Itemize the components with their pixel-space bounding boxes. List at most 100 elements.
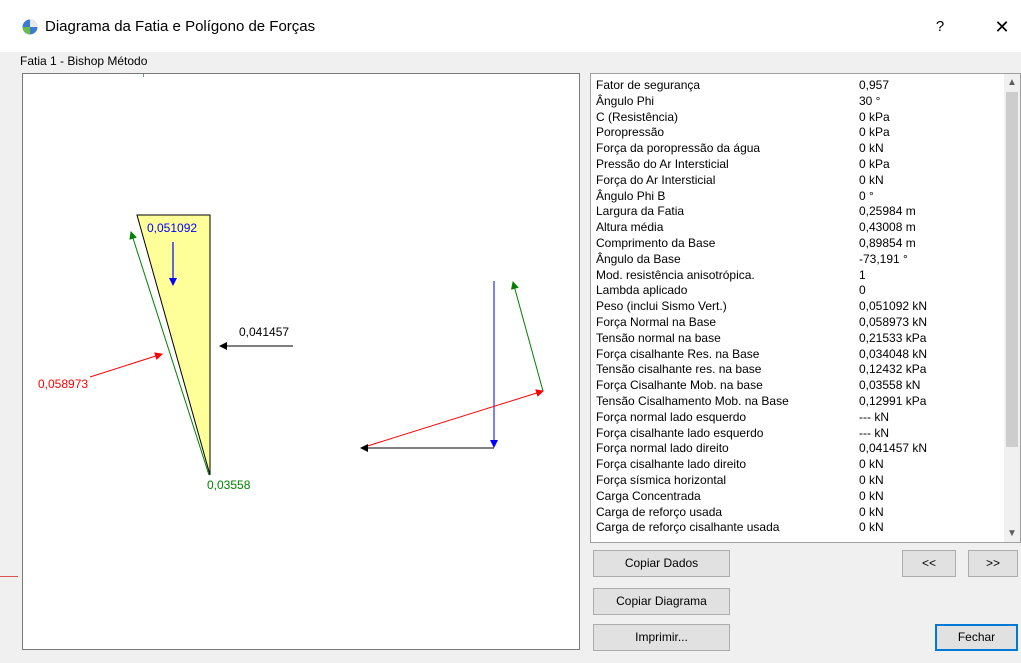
property-row: Tensão normal na base 0,21533 kPa — [596, 331, 996, 347]
property-label: Força Normal na Base — [596, 314, 717, 329]
app-icon — [22, 19, 38, 35]
close-button[interactable]: Fechar — [935, 624, 1018, 651]
property-row: Força Cisalhante Mob. na base 0,03558 kN — [596, 378, 996, 394]
print-button[interactable]: Imprimir... — [593, 624, 730, 651]
property-row: Lambda aplicado 0 — [596, 283, 996, 299]
property-label: Comprimento da Base — [596, 235, 716, 250]
property-row: Peso (inclui Sismo Vert.) 0,051092 kN — [596, 299, 996, 315]
property-value: 0,12432 kPa — [859, 362, 927, 377]
copy-diagram-button[interactable]: Copiar Diagrama — [593, 588, 730, 615]
property-row: Força cisalhante Res. na Base 0,034048 kN — [596, 347, 996, 363]
property-row: Comprimento da Base 0,89854 m — [596, 236, 996, 252]
slice-method-label: Fatia 1 - Bishop Método — [20, 54, 148, 68]
property-label: Força Cisalhante Mob. na base — [596, 378, 763, 393]
property-value: 0 kN — [859, 141, 884, 156]
property-label: Ângulo Phi B — [596, 188, 666, 203]
property-label: Pressão do Ar Intersticial — [596, 156, 729, 171]
dialog-window: Diagrama da Fatia e Polígono de Forças ?… — [0, 0, 1021, 663]
property-row: Tensão Cisalhamento Mob. na Base 0,12991 … — [596, 394, 996, 410]
property-value: 0,43008 m — [859, 220, 916, 235]
property-row: Ângulo da Base -73,191 ° — [596, 252, 996, 268]
property-row: Fator de segurança 0,957 — [596, 78, 996, 94]
property-row: Força Normal na Base 0,058973 kN — [596, 315, 996, 331]
property-value: 0,051092 kN — [859, 299, 928, 314]
property-label: Força cisalhante Res. na Base — [596, 346, 760, 361]
property-row: Carga de reforço usada 0 kN — [596, 505, 996, 521]
property-label: Carga Concentrada — [596, 488, 701, 503]
property-value: 0 ° — [859, 188, 874, 203]
property-value: 0 kN — [859, 472, 884, 487]
copy-data-button[interactable]: Copiar Dados — [593, 550, 730, 577]
data-rows: Fator de segurança 0,957 Ângulo Phi 30 ° C (… — [596, 78, 996, 536]
weight-label: 0,051092 — [147, 221, 197, 235]
property-row: Força normal lado direito 0,041457 kN — [596, 441, 996, 457]
close-window-button[interactable]: ✕ — [990, 14, 1014, 40]
property-row: Força normal lado esquerdo --- kN — [596, 410, 996, 426]
property-value: 0 kN — [859, 504, 884, 519]
property-label: Carga de reforço cisalhante usada — [596, 520, 780, 535]
property-label: Ângulo Phi — [596, 93, 655, 108]
property-value: 1 — [859, 267, 866, 282]
property-value: 0,25984 m — [859, 204, 916, 219]
scroll-up-arrow[interactable]: ▲ — [1004, 74, 1020, 91]
property-label: Altura média — [596, 220, 664, 235]
property-row: Força cisalhante lado direito 0 kN — [596, 457, 996, 473]
property-row: Força do Ar Intersticial 0 kN — [596, 173, 996, 189]
scroll-thumb[interactable] — [1006, 92, 1018, 447]
property-row: Tensão cisalhante res. na base 0,12432 kP… — [596, 362, 996, 378]
canvas-edge-mark — [0, 576, 18, 577]
property-label: Força cisalhante lado direito — [596, 457, 747, 472]
property-row: Força da poropressão da água 0 kN — [596, 141, 996, 157]
force-diagram-svg: 0,051092 0,041457 0,058973 0,03558 — [38, 214, 544, 492]
previous-slice-button[interactable]: << — [902, 550, 956, 577]
property-value: 0,957 — [859, 78, 890, 92]
property-value: 0,03558 kN — [859, 378, 921, 393]
property-label: Força sísmica horizontal — [596, 472, 727, 487]
right-side-force-label: 0,041457 — [239, 325, 289, 339]
property-label: C (Resistência) — [596, 109, 679, 124]
property-value: 0,89854 m — [859, 235, 916, 250]
property-row: Mod. resistência anisotrópica. 1 — [596, 268, 996, 284]
property-value: --- kN — [859, 425, 889, 440]
slice-data-list[interactable]: Fator de segurança 0,957 Ângulo Phi 30 ° C (… — [590, 73, 1021, 543]
property-label: Lambda aplicado — [596, 283, 688, 298]
property-value: 0 kN — [859, 457, 884, 472]
property-row: Largura da Fatia 0,25984 m — [596, 204, 996, 220]
scroll-down-arrow[interactable]: ▼ — [1004, 525, 1020, 542]
help-button[interactable]: ? — [928, 14, 952, 40]
next-slice-button[interactable]: >> — [968, 550, 1018, 577]
property-value: 0 kN — [859, 488, 884, 503]
property-label: Força do Ar Intersticial — [596, 172, 716, 187]
property-value: 0,041457 kN — [859, 441, 928, 456]
property-label: Fator de segurança — [596, 78, 701, 92]
property-row: Altura média 0,43008 m — [596, 220, 996, 236]
slice-diagram-canvas: 0,051092 0,041457 0,058973 0,03558 — [22, 73, 580, 650]
shear-force-label: 0,03558 — [207, 478, 251, 492]
polygon-normal-arrow — [360, 389, 544, 449]
property-row: C (Resistência) 0 kPa — [596, 110, 996, 126]
property-label: Força cisalhante lado esquerdo — [596, 425, 764, 440]
property-value: 0,058973 kN — [859, 314, 928, 329]
normal-force-label: 0,058973 — [38, 377, 88, 391]
property-label: Poropressão — [596, 125, 665, 140]
property-label: Força normal lado esquerdo — [596, 409, 747, 424]
title-bar-accent — [100, 0, 280, 4]
property-label: Força normal lado direito — [596, 441, 729, 456]
property-label: Mod. resistência anisotrópica. — [596, 267, 755, 282]
property-row: Carga Concentrada 0 kN — [596, 489, 996, 505]
property-row: Força cisalhante lado esquerdo --- kN — [596, 426, 996, 442]
property-value: 0 kPa — [859, 109, 890, 124]
property-label: Força da poropressão da água — [596, 141, 761, 156]
window-title: Diagrama da Fatia e Polígono de Forças — [45, 18, 316, 35]
property-value: 0,12991 kPa — [859, 393, 927, 408]
property-label: Ângulo da Base — [596, 251, 681, 266]
vertical-scrollbar[interactable]: ▲ ▼ — [1004, 74, 1020, 542]
property-value: -73,191 ° — [859, 251, 908, 266]
property-row: Pressão do Ar Intersticial 0 kPa — [596, 157, 996, 173]
property-value: 0 kPa — [859, 125, 890, 140]
property-row: Poropressão 0 kPa — [596, 125, 996, 141]
property-label: Largura da Fatia — [596, 204, 685, 219]
property-label: Tensão cisalhante res. na base — [596, 362, 762, 377]
property-label: Tensão Cisalhamento Mob. na Base — [596, 393, 789, 408]
property-row: Ângulo Phi 30 ° — [596, 94, 996, 110]
